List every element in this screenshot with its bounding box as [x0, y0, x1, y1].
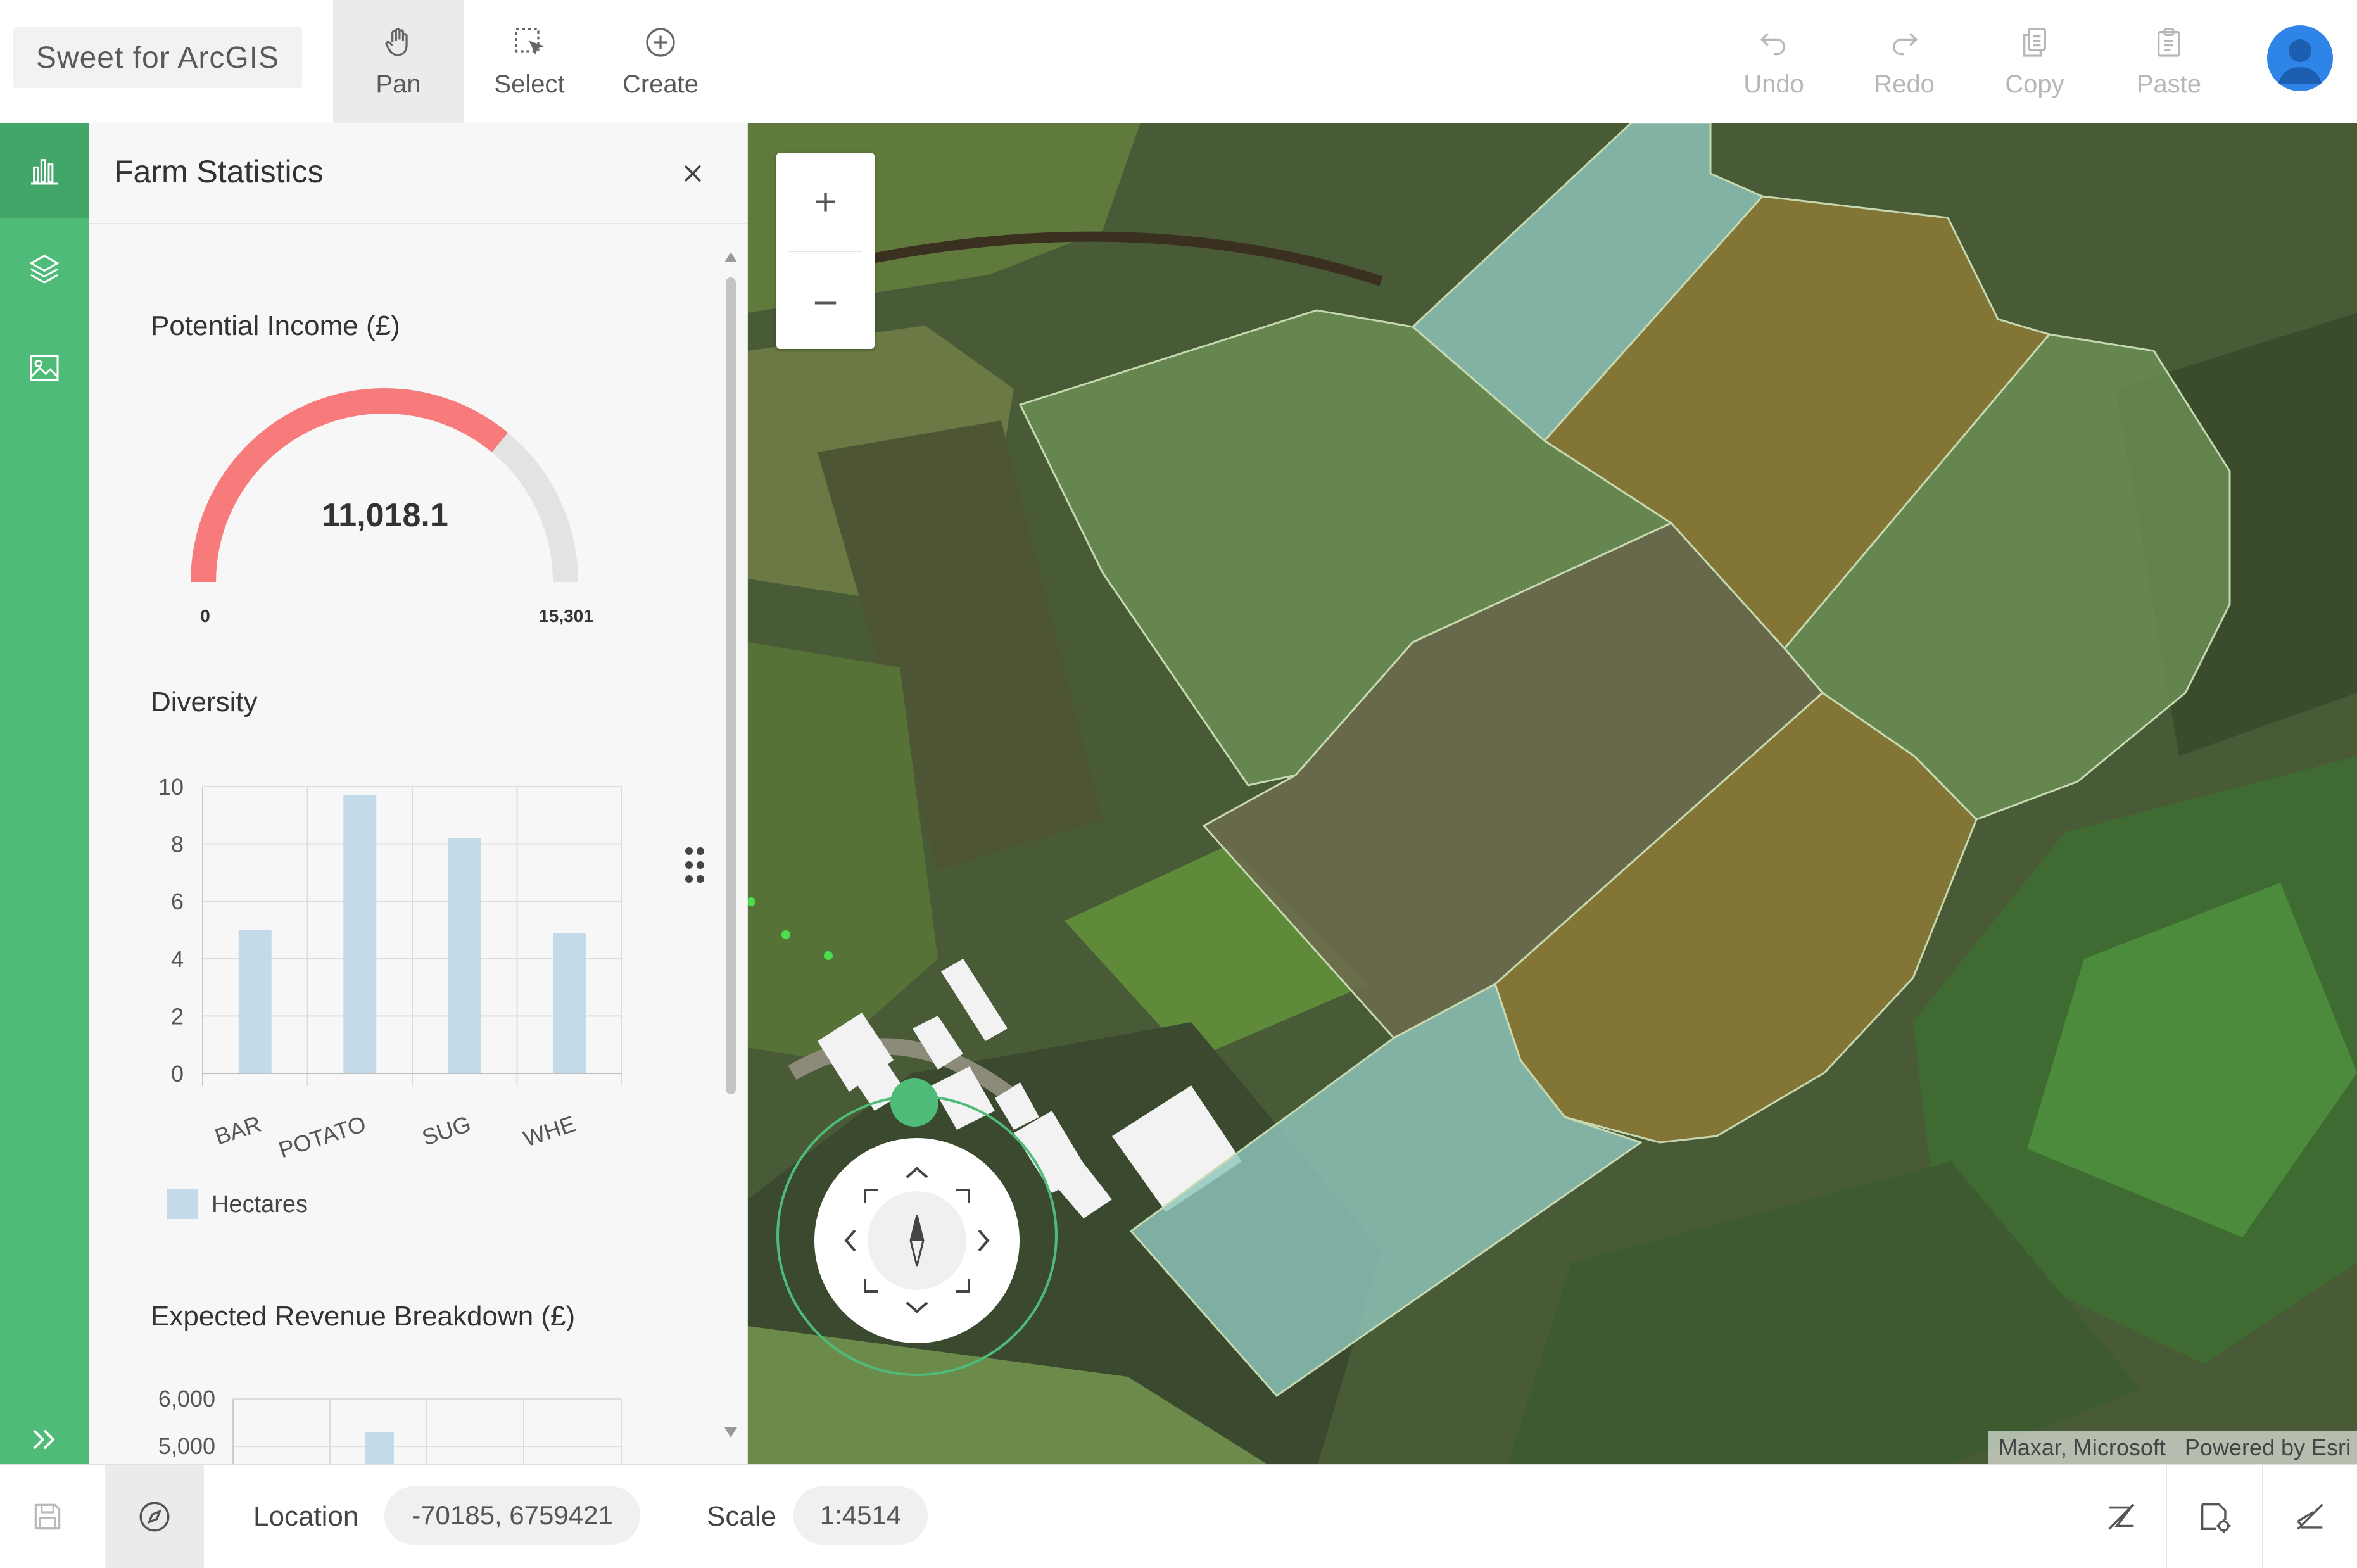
create-button[interactable]: Create — [595, 0, 726, 123]
snapping-toggle[interactable] — [2077, 1465, 2166, 1568]
rotation-handle[interactable] — [889, 1077, 940, 1128]
navigate-button[interactable] — [105, 1465, 204, 1568]
copy-icon — [2023, 27, 2046, 57]
zoom-control: + – — [776, 153, 875, 349]
double-chevron-right-icon — [33, 1429, 55, 1450]
create-label: Create — [622, 70, 699, 98]
select-label: Select — [494, 70, 565, 98]
redo-button[interactable]: Redo — [1839, 0, 1969, 123]
copy-button[interactable]: Copy — [1969, 0, 2100, 123]
select-icon — [515, 27, 545, 55]
paste-button[interactable]: Paste — [2104, 0, 2234, 123]
rail-statistics-button[interactable] — [0, 123, 89, 218]
scrollbar-graphic — [724, 252, 737, 1438]
status-bar: Location -70185, 6759421 Scale 1:4514 — [0, 1464, 2357, 1568]
map-view[interactable]: + – Maxar, Microsoft Powered by Esri — [748, 123, 2357, 1464]
paste-icon — [2158, 27, 2180, 57]
sketch-toggle[interactable] — [2263, 1465, 2357, 1568]
scale-label: Scale — [707, 1500, 777, 1532]
rail-expand-button[interactable] — [0, 1415, 89, 1464]
powered-by-text[interactable]: Powered by Esri — [2185, 1434, 2351, 1461]
redo-label: Redo — [1874, 70, 1935, 98]
farm-statistics-panel: Farm Statistics Potential Income (£) 11,… — [89, 123, 748, 1464]
map-attribution: Maxar, Microsoft Powered by Esri — [1988, 1431, 2357, 1464]
top-toolbar: Sweet for ArcGIS Pan Select Create Undo … — [0, 0, 2357, 123]
left-rail — [0, 123, 89, 1464]
zoom-out-button[interactable]: – — [776, 251, 875, 349]
app-name[interactable]: Sweet for ArcGIS — [13, 27, 302, 88]
layers-icon — [28, 255, 60, 284]
navigation-control[interactable] — [776, 1095, 1068, 1386]
rail-layers-button[interactable] — [0, 222, 89, 317]
hand-icon — [385, 27, 408, 56]
undo-button[interactable]: Undo — [1709, 0, 1839, 123]
revenue-ytick: 5,000 — [158, 1433, 215, 1459]
pen-off-icon — [2297, 1503, 2323, 1530]
scale-value: 1:4514 — [793, 1486, 928, 1545]
revenue-bar — [365, 1432, 394, 1464]
pan-button[interactable]: Pan — [333, 0, 464, 123]
user-icon — [2278, 39, 2322, 84]
snapping-off-icon — [2108, 1503, 2135, 1530]
location-label: Location — [253, 1500, 359, 1532]
rail-basemap-button[interactable] — [0, 320, 89, 415]
plus-circle-icon — [646, 27, 675, 57]
revenue-bar-chart: 6,000 5,000 — [158, 1386, 622, 1464]
map-gear-icon — [2201, 1503, 2231, 1533]
pan-label: Pan — [376, 70, 421, 98]
attribution-text: Maxar, Microsoft — [1998, 1434, 2166, 1460]
user-avatar[interactable] — [2267, 25, 2333, 91]
undo-icon — [1760, 32, 1785, 55]
map-settings-button[interactable] — [2167, 1465, 2262, 1568]
panel-scrollbar[interactable] — [722, 250, 740, 1440]
image-icon — [30, 355, 59, 381]
redo-icon — [1893, 32, 1918, 55]
location-value: -70185, 6759421 — [384, 1486, 640, 1545]
revenue-ytick: 6,000 — [158, 1386, 215, 1412]
paste-label: Paste — [2136, 70, 2202, 98]
zoom-in-button[interactable]: + — [776, 153, 875, 251]
bar-chart-icon — [31, 159, 58, 185]
save-icon — [34, 1503, 61, 1529]
save-button[interactable] — [0, 1465, 95, 1568]
compass-icon — [139, 1502, 170, 1531]
select-button[interactable]: Select — [464, 0, 595, 123]
undo-label: Undo — [1743, 70, 1804, 98]
copy-label: Copy — [2005, 70, 2064, 98]
